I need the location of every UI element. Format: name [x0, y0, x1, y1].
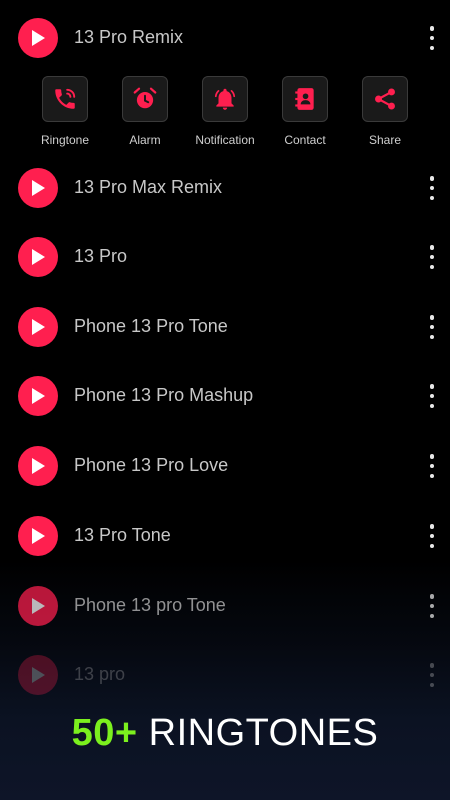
- ringtone-row[interactable]: 13 Pro Remix: [0, 3, 450, 73]
- set-contact-button[interactable]: Contact: [265, 76, 345, 147]
- ringtone-title: Phone 13 pro Tone: [74, 595, 226, 615]
- more-options-icon[interactable]: [426, 524, 438, 548]
- ringtone-title: 13 Pro Max Remix: [74, 177, 223, 197]
- ringtone-row[interactable]: 13 pro: [0, 640, 450, 710]
- set-contact-label: Contact: [284, 133, 326, 147]
- play-button[interactable]: [18, 586, 58, 626]
- more-options-icon[interactable]: [426, 245, 438, 269]
- alarm-clock-icon: [133, 87, 157, 109]
- play-icon: [32, 30, 45, 46]
- contact-book-icon: [295, 88, 314, 110]
- ringtone-title: 13 pro: [74, 664, 126, 684]
- play-button[interactable]: [18, 18, 58, 58]
- ringtone-title: 13 Pro: [74, 246, 128, 266]
- share-icon: [375, 88, 395, 110]
- ringtone-title: Phone 13 Pro Mashup: [74, 385, 254, 405]
- ringtone-row[interactable]: Phone 13 Pro Tone: [0, 292, 450, 362]
- play-icon: [32, 249, 45, 265]
- set-notification-label: Notification: [195, 133, 255, 147]
- play-button[interactable]: [18, 168, 58, 208]
- play-icon: [32, 388, 45, 404]
- ringtone-row[interactable]: Phone 13 Pro Love: [0, 431, 450, 501]
- play-button[interactable]: [18, 307, 58, 347]
- more-options-icon[interactable]: [426, 594, 438, 618]
- share-button[interactable]: Share: [345, 76, 425, 147]
- play-icon: [32, 180, 45, 196]
- share-label: Share: [368, 133, 402, 147]
- play-button[interactable]: [18, 376, 58, 416]
- ringtone-row[interactable]: 13 Pro: [0, 222, 450, 292]
- bell-icon: [214, 88, 236, 110]
- set-alarm-button[interactable]: Alarm: [105, 76, 185, 147]
- play-button[interactable]: [18, 237, 58, 277]
- more-options-icon[interactable]: [426, 315, 438, 339]
- promo-banner: 50+ RINGTONES: [0, 712, 450, 755]
- ringtone-title: 13 Pro Tone: [74, 525, 171, 545]
- set-notification-button[interactable]: Notification: [185, 76, 265, 147]
- more-options-icon[interactable]: [426, 176, 438, 200]
- play-icon: [32, 598, 45, 614]
- set-ringtone-button[interactable]: Ringtone: [25, 76, 105, 147]
- ringtone-list-screen: 13 Pro Remix Ringtone Alarm Notification…: [0, 0, 450, 800]
- more-options-icon[interactable]: [426, 454, 438, 478]
- ringtone-title: Phone 13 Pro Love: [74, 455, 229, 475]
- more-options-icon[interactable]: [426, 26, 438, 50]
- promo-text: RINGTONES: [148, 712, 379, 754]
- phone-ringing-icon: [55, 88, 76, 109]
- play-button[interactable]: [18, 446, 58, 486]
- ringtone-title: Phone 13 Pro Tone: [74, 316, 228, 336]
- ringtone-row[interactable]: Phone 13 Pro Mashup: [0, 361, 450, 431]
- play-icon: [32, 667, 45, 683]
- ringtone-title: 13 Pro Remix: [74, 27, 184, 47]
- play-icon: [32, 319, 45, 335]
- play-button[interactable]: [18, 655, 58, 695]
- play-button[interactable]: [18, 516, 58, 556]
- play-icon: [32, 528, 45, 544]
- more-options-icon[interactable]: [426, 384, 438, 408]
- ringtone-row[interactable]: Phone 13 pro Tone: [0, 571, 450, 641]
- set-ringtone-label: Ringtone: [40, 133, 90, 147]
- ringtone-row[interactable]: 13 Pro Tone: [0, 501, 450, 571]
- more-options-icon[interactable]: [426, 663, 438, 687]
- ringtone-actions: Ringtone Alarm Notification Contact Shar…: [0, 72, 450, 154]
- ringtone-count: 50+: [71, 712, 138, 754]
- play-icon: [32, 458, 45, 474]
- set-alarm-label: Alarm: [129, 133, 161, 147]
- ringtone-row[interactable]: 13 Pro Max Remix: [0, 153, 450, 223]
